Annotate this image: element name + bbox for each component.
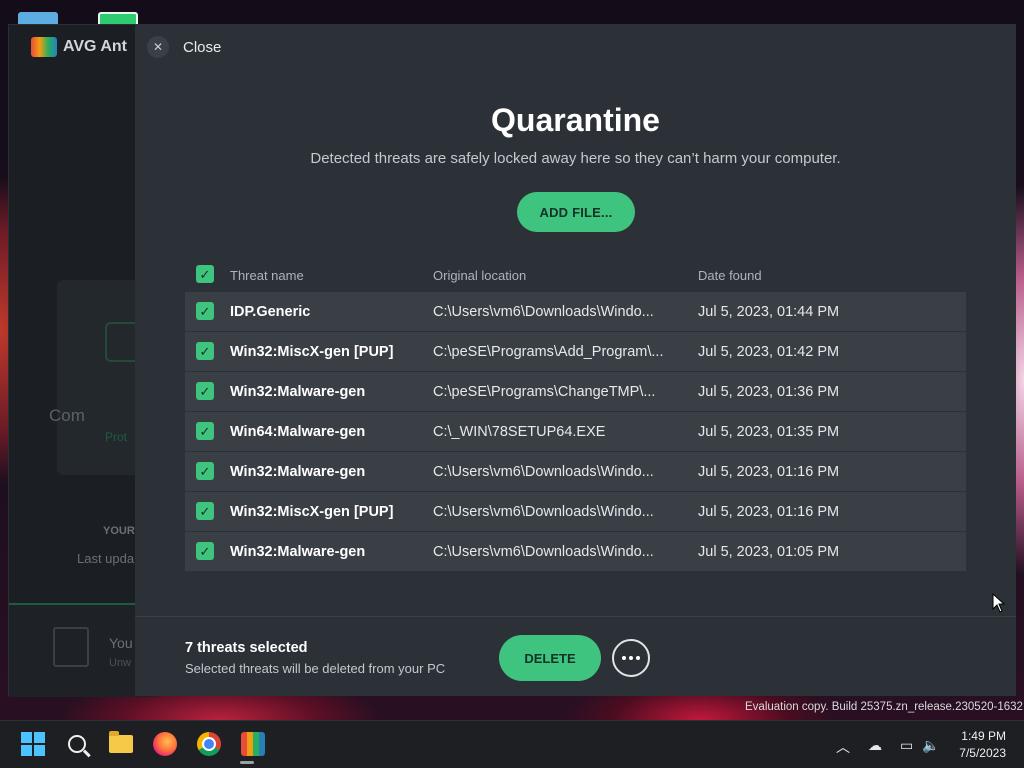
gift-icon bbox=[53, 627, 89, 667]
date-found: Jul 5, 2023, 01:16 PM bbox=[698, 504, 840, 520]
table-row[interactable]: ✓ Win32:MiscX-gen [PUP] C:\peSE\Programs… bbox=[185, 332, 966, 372]
taskbar: ︿ ☁ ▭ 🔈 1:49 PM 7/5/2023 bbox=[0, 720, 1024, 768]
active-app-indicator bbox=[240, 761, 254, 764]
status-title: Com bbox=[49, 406, 85, 425]
original-location: C:\Users\vm6\Downloads\Windo... bbox=[433, 304, 654, 320]
original-location: C:\peSE\Programs\ChangeTMP\... bbox=[433, 384, 656, 400]
selected-note: Selected threats will be deleted from yo… bbox=[185, 661, 446, 676]
select-all-checkbox[interactable]: ✓ bbox=[196, 265, 214, 283]
table-row[interactable]: ✓ Win32:MiscX-gen [PUP] C:\Users\vm6\Dow… bbox=[185, 492, 966, 532]
threat-name: Win32:Malware-gen bbox=[230, 464, 366, 480]
quarantine-dialog: ✕ Close Quarantine Detected threats are … bbox=[135, 24, 1016, 696]
clock-time[interactable]: 1:49 PM bbox=[958, 729, 1006, 743]
status-subtitle: Prot bbox=[105, 430, 128, 444]
original-location: C:\peSE\Programs\Add_Program\... bbox=[433, 344, 664, 360]
firefox-icon[interactable] bbox=[152, 731, 178, 757]
avg-icon[interactable] bbox=[240, 731, 266, 757]
threat-name: IDP.Generic bbox=[230, 304, 311, 320]
promo-title: You bbox=[109, 635, 133, 651]
table-row[interactable]: ✓ IDP.Generic C:\Users\vm6\Downloads\Win… bbox=[185, 292, 966, 332]
row-checkbox[interactable]: ✓ bbox=[196, 502, 214, 520]
date-found: Jul 5, 2023, 01:44 PM bbox=[698, 304, 840, 320]
threat-name: Win32:MiscX-gen [PUP] bbox=[230, 344, 394, 360]
date-found: Jul 5, 2023, 01:36 PM bbox=[698, 384, 840, 400]
start-icon[interactable] bbox=[20, 731, 46, 757]
date-found: Jul 5, 2023, 01:35 PM bbox=[698, 424, 840, 440]
quarantine-table: ✓ Threat name Original location Date fou… bbox=[185, 256, 966, 572]
add-file-button[interactable]: ADD FILE... bbox=[517, 192, 635, 232]
close-icon[interactable]: ✕ bbox=[147, 36, 169, 58]
threat-name: Win32:Malware-gen bbox=[230, 384, 366, 400]
more-dots-icon bbox=[622, 656, 626, 660]
row-checkbox[interactable]: ✓ bbox=[196, 302, 214, 320]
table-row[interactable]: ✓ Win64:Malware-gen C:\_WIN\78SETUP64.EX… bbox=[185, 412, 966, 452]
column-header-date-found[interactable]: Date found bbox=[698, 268, 762, 283]
more-dots-icon bbox=[629, 656, 633, 660]
row-checkbox[interactable]: ✓ bbox=[196, 462, 214, 480]
page-subtitle: Detected threats are safely locked away … bbox=[310, 150, 841, 167]
selected-count: 7 threats selected bbox=[185, 640, 308, 656]
avg-logo: AVG Ant bbox=[31, 37, 127, 57]
threat-name: Win32:MiscX-gen [PUP] bbox=[230, 504, 394, 520]
date-found: Jul 5, 2023, 01:16 PM bbox=[698, 464, 840, 480]
more-dots-icon bbox=[636, 656, 640, 660]
display-icon[interactable]: ▭ bbox=[900, 737, 913, 754]
page-title: Quarantine bbox=[491, 102, 660, 138]
network-offline-icon[interactable]: ☁ bbox=[868, 737, 882, 754]
clock-date[interactable]: 7/5/2023 bbox=[950, 746, 1006, 760]
mouse-cursor-icon bbox=[992, 593, 1006, 613]
threat-name: Win32:Malware-gen bbox=[230, 544, 366, 560]
threat-name: Win64:Malware-gen bbox=[230, 424, 366, 440]
row-checkbox[interactable]: ✓ bbox=[196, 342, 214, 360]
more-options-button[interactable] bbox=[612, 639, 650, 677]
original-location: C:\Users\vm6\Downloads\Windo... bbox=[433, 544, 654, 560]
date-found: Jul 5, 2023, 01:05 PM bbox=[698, 544, 840, 560]
column-header-original-location[interactable]: Original location bbox=[433, 268, 526, 283]
evaluation-watermark: Evaluation copy. Build 25375.zn_release.… bbox=[745, 701, 1023, 713]
date-found: Jul 5, 2023, 01:42 PM bbox=[698, 344, 840, 360]
volume-icon[interactable]: 🔈 bbox=[922, 737, 939, 754]
file-explorer-icon[interactable] bbox=[108, 731, 134, 757]
search-icon[interactable] bbox=[64, 731, 90, 757]
close-button[interactable]: ✕ Close bbox=[147, 36, 221, 58]
original-location: C:\Users\vm6\Downloads\Windo... bbox=[433, 504, 654, 520]
update-heading: YOUR bbox=[103, 525, 135, 537]
delete-button[interactable]: DELETE bbox=[499, 635, 601, 681]
chrome-icon[interactable] bbox=[196, 731, 222, 757]
table-row[interactable]: ✓ Win32:Malware-gen C:\peSE\Programs\Cha… bbox=[185, 372, 966, 412]
original-location: C:\Users\vm6\Downloads\Windo... bbox=[433, 464, 654, 480]
table-header: ✓ Threat name Original location Date fou… bbox=[185, 256, 966, 292]
table-row[interactable]: ✓ Win32:Malware-gen C:\Users\vm6\Downloa… bbox=[185, 452, 966, 492]
row-checkbox[interactable]: ✓ bbox=[196, 542, 214, 560]
promo-subtitle: Unw bbox=[109, 657, 132, 669]
avg-app-title: AVG Ant bbox=[63, 38, 127, 55]
close-label[interactable]: Close bbox=[183, 39, 221, 56]
avg-logo-icon bbox=[31, 37, 57, 57]
selection-footer: 7 threats selected Selected threats will… bbox=[135, 616, 1016, 696]
row-checkbox[interactable]: ✓ bbox=[196, 422, 214, 440]
row-checkbox[interactable]: ✓ bbox=[196, 382, 214, 400]
table-row[interactable]: ✓ Win32:Malware-gen C:\Users\vm6\Downloa… bbox=[185, 532, 966, 572]
original-location: C:\_WIN\78SETUP64.EXE bbox=[433, 424, 606, 440]
chevron-up-icon[interactable]: ︿ bbox=[836, 737, 850, 757]
column-header-threat-name[interactable]: Threat name bbox=[230, 268, 304, 283]
update-text: Last upda bbox=[77, 551, 135, 566]
